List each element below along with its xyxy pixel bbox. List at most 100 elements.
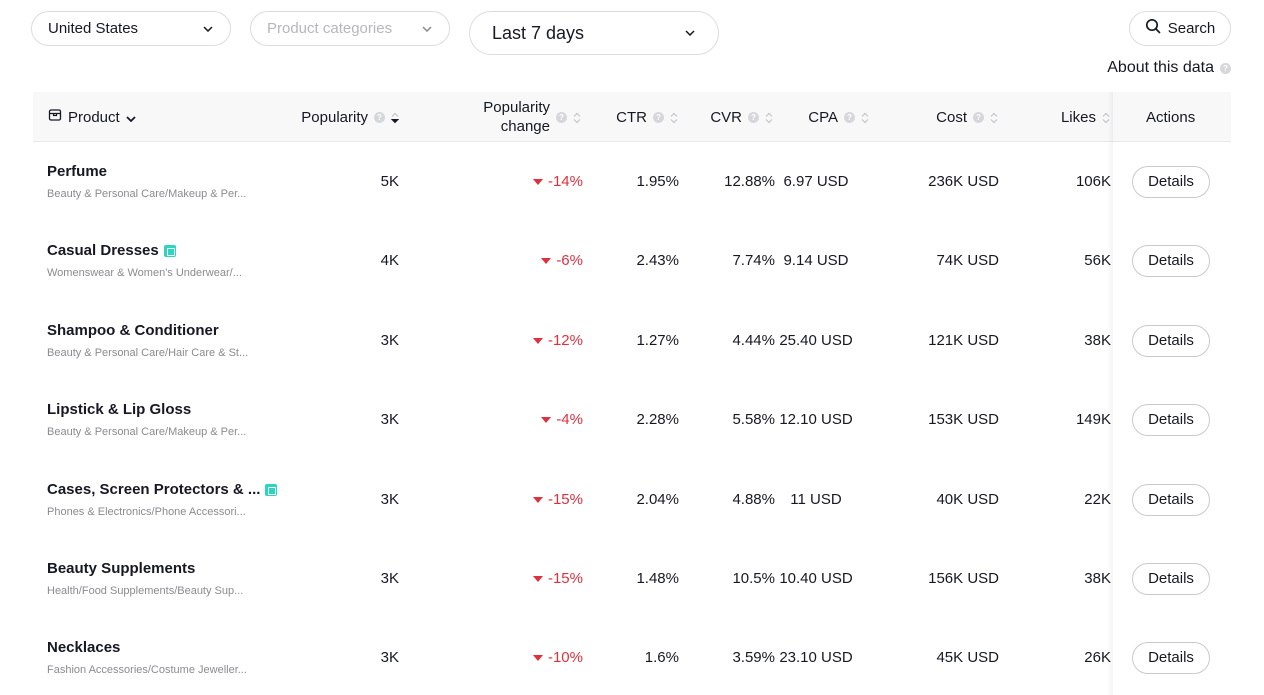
product-name[interactable]: Casual Dresses — [47, 242, 159, 259]
category-select-placeholder: Product categories — [267, 20, 393, 37]
category-select[interactable]: Product categories — [250, 11, 450, 46]
help-icon: ? — [556, 111, 567, 123]
details-button[interactable]: Details — [1132, 641, 1210, 674]
column-header-ctr[interactable]: CTR ? — [616, 92, 678, 142]
table-row[interactable]: Perfume Beauty & Personal Care/Makeup & … — [33, 142, 1231, 221]
column-header-actions: Actions — [1146, 92, 1195, 142]
cpa-value: 9.14 USD — [783, 252, 849, 269]
product-name[interactable]: Lipstick & Lip Gloss — [47, 401, 191, 418]
date-range-value: Last 7 days — [492, 22, 585, 43]
product-name[interactable]: Shampoo & Conditioner — [47, 322, 219, 339]
ctr-value: 1.27% — [636, 332, 679, 349]
product-badge-icon — [163, 244, 176, 257]
product-name[interactable]: Necklaces — [47, 639, 120, 656]
cpa-value: 6.97 USD — [783, 173, 849, 190]
column-header-cvr[interactable]: CVR ? — [710, 92, 773, 142]
popularity-change-cell: -14% — [532, 142, 583, 221]
popularity-value: 3K — [380, 411, 399, 428]
table-row[interactable]: Casual Dresses Womenswear & Women's Unde… — [33, 221, 1231, 300]
popularity-change-value: -10% — [547, 649, 583, 666]
popularity-change-cell: -4% — [541, 380, 583, 459]
product-cell: Lipstick & Lip Gloss Beauty & Personal C… — [47, 380, 246, 459]
column-header-product-label: Product — [68, 108, 120, 126]
decrease-triangle-icon — [532, 575, 543, 582]
popularity-value: 3K — [380, 649, 399, 666]
date-range-select[interactable]: Last 7 days — [469, 11, 719, 55]
details-button[interactable]: Details — [1132, 562, 1210, 595]
details-button[interactable]: Details — [1132, 403, 1210, 436]
table-header: Product Popularity ? Popularity change ?… — [33, 92, 1231, 142]
column-header-cpa[interactable]: CPA ? — [808, 92, 869, 142]
table-row[interactable]: Lipstick & Lip Gloss Beauty & Personal C… — [33, 380, 1231, 459]
likes-value: 38K — [1084, 570, 1111, 587]
likes-value: 26K — [1084, 649, 1111, 666]
table-row[interactable]: Necklaces Fashion Accessories/Costume Je… — [33, 618, 1231, 695]
details-button[interactable]: Details — [1132, 165, 1210, 198]
column-header-actions-label: Actions — [1146, 108, 1196, 126]
popularity-change-value: -14% — [547, 173, 583, 190]
help-icon: ? — [1220, 62, 1231, 74]
column-header-likes[interactable]: Likes — [1061, 92, 1110, 142]
popularity-change-value: -12% — [547, 332, 583, 349]
cost-value: 153K USD — [928, 411, 999, 428]
cpa-value: 10.40 USD — [779, 570, 853, 587]
column-header-popularity[interactable]: Popularity ? — [301, 92, 400, 142]
cpa-value: 12.10 USD — [779, 411, 853, 428]
popularity-change-value: -6% — [556, 252, 583, 269]
product-category: Beauty & Personal Care/Makeup & Per... — [47, 426, 247, 438]
cpa-value: 11 USD — [790, 491, 842, 508]
cost-value: 40K USD — [936, 491, 999, 508]
ctr-value: 2.04% — [636, 491, 679, 508]
decrease-triangle-icon — [532, 654, 543, 661]
chevron-down-icon — [202, 23, 214, 35]
ctr-value: 2.28% — [636, 411, 679, 428]
product-name[interactable]: Cases, Screen Protectors & ... — [47, 481, 260, 498]
country-select[interactable]: United States — [31, 11, 231, 46]
product-category: Phones & Electronics/Phone Accessori... — [47, 506, 246, 518]
popularity-change-cell: -12% — [532, 301, 583, 380]
popularity-change-cell: -10% — [532, 618, 583, 695]
cost-value: 74K USD — [936, 252, 999, 269]
product-box-icon — [48, 108, 62, 126]
column-header-product[interactable]: Product — [48, 92, 136, 142]
popularity-change-cell: -15% — [532, 539, 583, 618]
details-button[interactable]: Details — [1132, 324, 1210, 357]
cpa-value: 23.10 USD — [779, 649, 853, 666]
popularity-change-cell: -15% — [532, 460, 583, 539]
search-button[interactable]: Search — [1129, 11, 1231, 46]
product-name[interactable]: Perfume — [47, 163, 107, 180]
decrease-triangle-icon — [541, 416, 552, 423]
column-header-cost[interactable]: Cost ? — [936, 92, 998, 142]
column-header-popularity-change[interactable]: Popularity change ? — [483, 92, 581, 142]
help-icon: ? — [748, 111, 759, 123]
details-button[interactable]: Details — [1132, 483, 1210, 516]
table-row[interactable]: Shampoo & Conditioner Beauty & Personal … — [33, 301, 1231, 380]
table-row[interactable]: Cases, Screen Protectors & ... Phones & … — [33, 460, 1231, 539]
cost-value: 45K USD — [936, 649, 999, 666]
cost-value: 156K USD — [928, 570, 999, 587]
likes-value: 22K — [1084, 491, 1111, 508]
product-category: Beauty & Personal Care/Hair Care & St... — [47, 347, 249, 359]
product-cell: Beauty Supplements Health/Food Supplemen… — [47, 539, 243, 618]
likes-value: 149K — [1075, 411, 1111, 428]
product-cell: Shampoo & Conditioner Beauty & Personal … — [47, 301, 248, 380]
product-category: Fashion Accessories/Costume Jeweller... — [47, 664, 247, 676]
table-row[interactable]: Beauty Supplements Health/Food Supplemen… — [33, 539, 1231, 618]
product-cell: Necklaces Fashion Accessories/Costume Je… — [47, 618, 247, 695]
sort-icon — [765, 111, 773, 124]
chevron-down-icon — [126, 109, 136, 126]
decrease-triangle-icon — [532, 496, 543, 503]
product-cell: Cases, Screen Protectors & ... Phones & … — [47, 460, 278, 539]
ctr-value: 1.48% — [636, 570, 679, 587]
chevron-down-icon — [421, 23, 433, 35]
sort-icon — [573, 111, 581, 124]
product-category: Beauty & Personal Care/Makeup & Per... — [47, 188, 247, 200]
column-header-popularity-label: Popularity — [301, 108, 368, 126]
product-name[interactable]: Beauty Supplements — [47, 560, 195, 577]
details-button[interactable]: Details — [1132, 244, 1210, 277]
product-cell: Perfume Beauty & Personal Care/Makeup & … — [47, 142, 246, 221]
about-this-data-link[interactable]: About this data ? — [1107, 59, 1231, 77]
popularity-change-value: -4% — [556, 411, 583, 428]
cost-value: 121K USD — [928, 332, 999, 349]
ctr-value: 2.43% — [636, 252, 679, 269]
